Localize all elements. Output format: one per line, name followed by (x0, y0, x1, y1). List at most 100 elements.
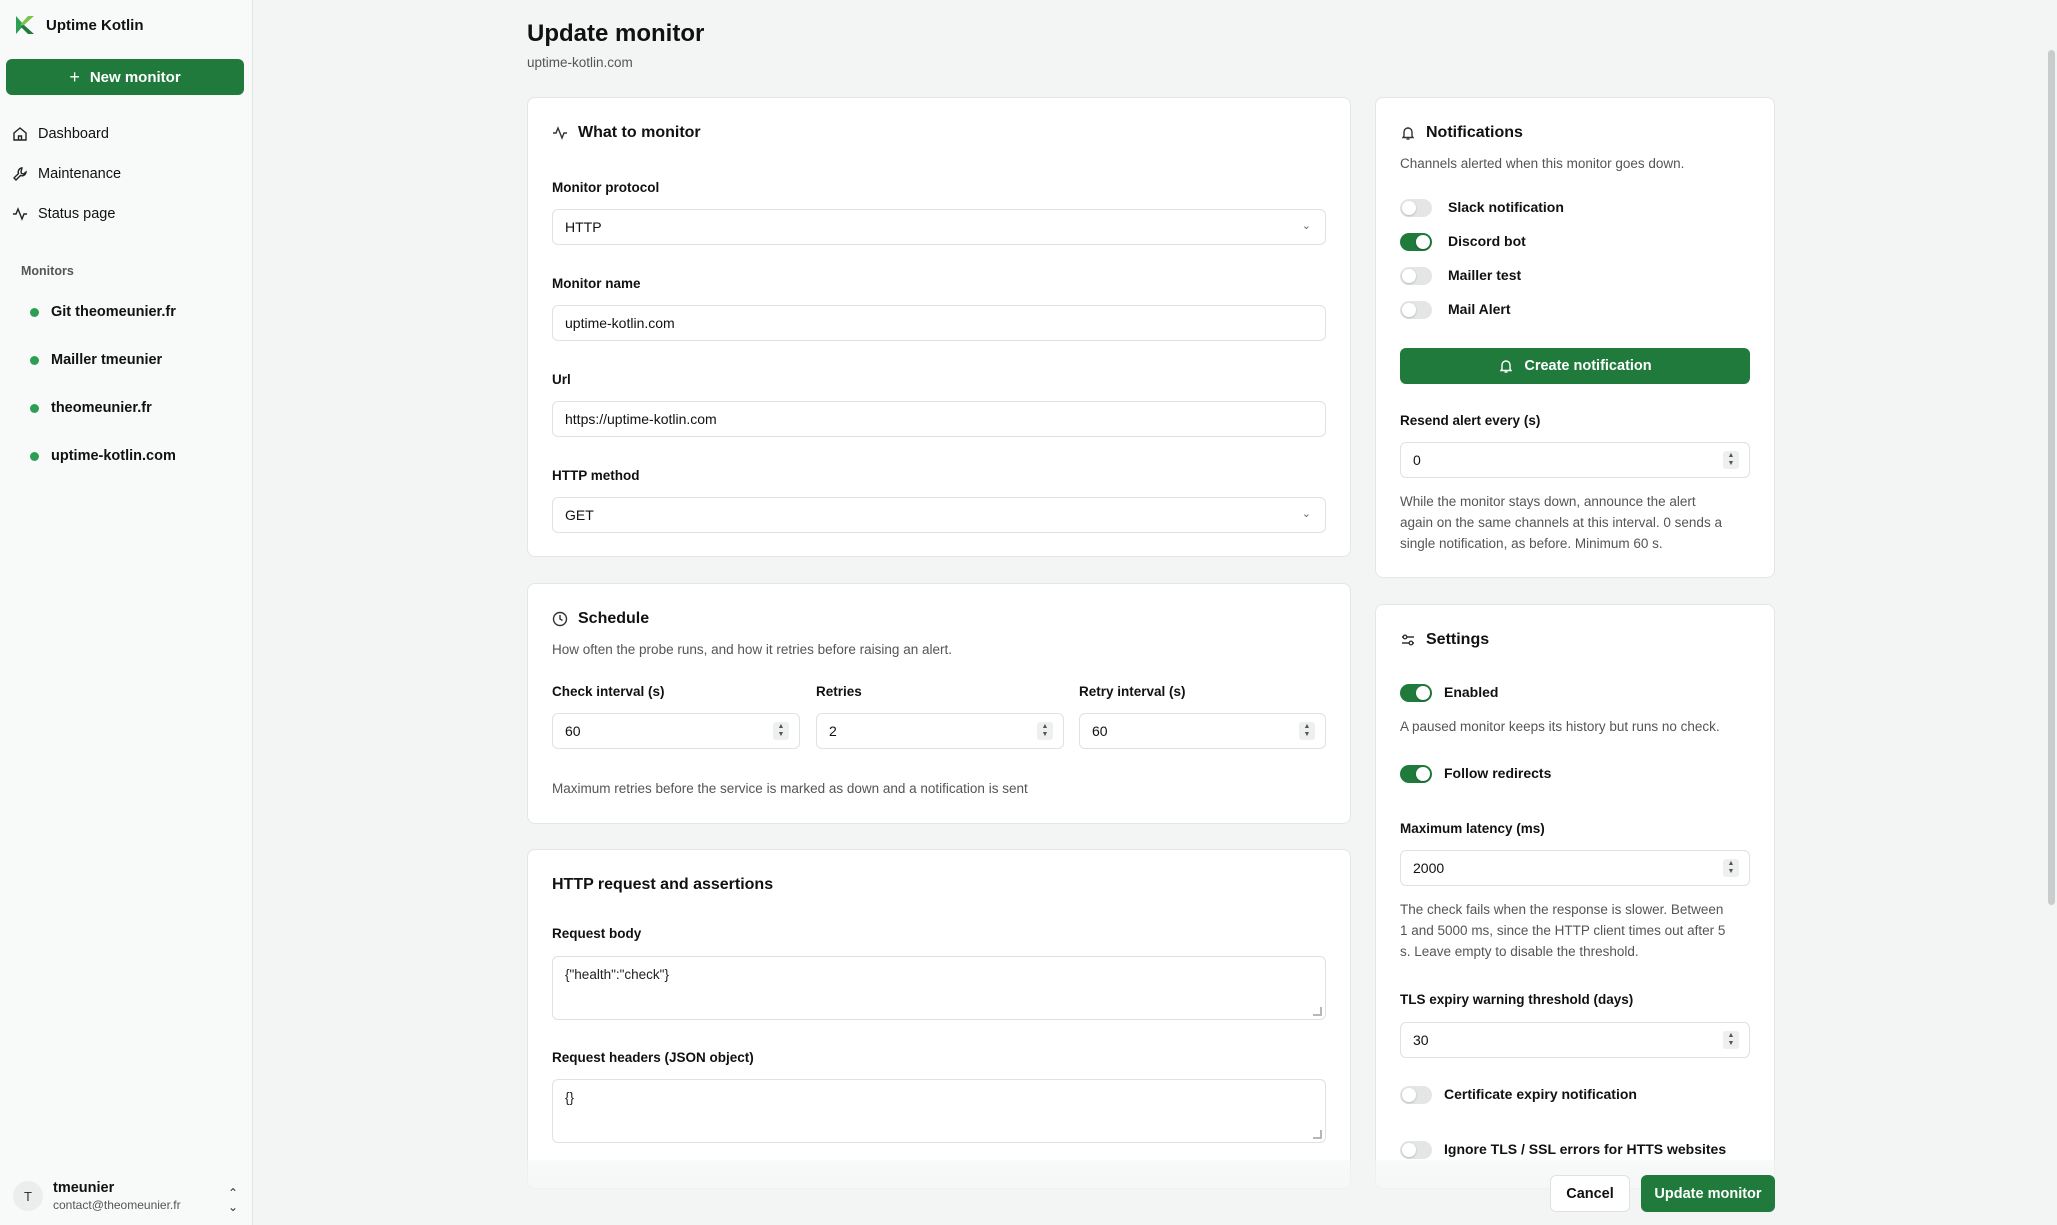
monitor-item[interactable]: Git theomeunier.fr (30, 304, 176, 320)
nav-item-maintenance[interactable]: Maintenance (12, 166, 121, 182)
http-method-select[interactable]: GET ⌄ (552, 497, 1326, 533)
stepper-icon[interactable]: ▲ ▼ (1299, 722, 1315, 740)
status-dot (30, 307, 39, 317)
user-email: contact@theomeunier.fr (53, 1198, 181, 1212)
latency-help-line: s. Leave empty to disable the threshold. (1400, 944, 1639, 959)
footer-bar (254, 1160, 2054, 1225)
update-monitor-button[interactable]: Update monitor (1641, 1175, 1775, 1212)
toggle-knob (1402, 303, 1416, 317)
cancel-button[interactable]: Cancel (1550, 1175, 1630, 1212)
card-header: What to monitor (552, 124, 701, 142)
check-interval-input[interactable]: 60 ▲ ▼ (552, 713, 800, 749)
resize-handle-icon[interactable] (1313, 1130, 1322, 1139)
card-title: What to monitor (578, 124, 701, 141)
resend-value: 0 (1413, 452, 1421, 468)
card-title: Schedule (578, 610, 650, 627)
tls-threshold-label: TLS expiry warning threshold (days) (1400, 992, 1634, 1007)
request-headers-textarea[interactable]: {} (552, 1079, 1326, 1143)
slack-notification-toggle[interactable] (1400, 199, 1432, 217)
certificate-expiry-label: Certificate expiry notification (1444, 1086, 1637, 1102)
monitor-label: theomeunier.fr (51, 400, 152, 416)
monitors-section-label: Monitors (21, 264, 74, 278)
schedule-card: Schedule How often the probe runs, and h… (527, 583, 1351, 824)
app-logo-icon (16, 16, 34, 34)
channel-label: Mail Alert (1448, 301, 1511, 317)
sliders-icon (1402, 634, 1414, 646)
enabled-toggle[interactable] (1400, 684, 1432, 702)
url-input[interactable]: https://uptime-kotlin.com (552, 401, 1326, 437)
card-title: Settings (1426, 631, 1490, 648)
tls-threshold-input[interactable]: 30 ▲ ▼ (1400, 1022, 1750, 1058)
tls-threshold-value: 30 (1413, 1032, 1429, 1048)
request-body-value: {"health":"check"} (565, 967, 669, 982)
card-title: Notifications (1426, 124, 1523, 141)
page-subtitle: uptime-kotlin.com (527, 55, 633, 70)
bell-icon (1401, 127, 1415, 140)
resize-handle-icon[interactable] (1313, 1007, 1322, 1016)
monitor-label: Git theomeunier.fr (51, 304, 176, 320)
follow-redirects-toggle[interactable] (1400, 765, 1432, 783)
mailler-test-toggle[interactable] (1400, 267, 1432, 285)
stepper-icon[interactable]: ▲ ▼ (1723, 859, 1739, 877)
http-method-label: HTTP method (552, 468, 640, 483)
monitor-name-value: uptime-kotlin.com (565, 315, 675, 331)
certificate-expiry-toggle[interactable] (1400, 1086, 1432, 1104)
nav-item-label: Maintenance (38, 166, 122, 182)
card-header: Settings (1400, 631, 1489, 649)
check-interval-label: Check interval (s) (552, 684, 665, 699)
toggle-knob (1416, 235, 1430, 249)
latency-input[interactable]: 2000 ▲ ▼ (1400, 850, 1750, 886)
create-notification-button[interactable]: Create notification (1400, 348, 1750, 384)
page-title: Update monitor (527, 20, 705, 47)
cancel-label: Cancel (1566, 1185, 1614, 1202)
toggle-knob (1416, 686, 1430, 700)
stepper-icon[interactable]: ▲ ▼ (773, 722, 789, 740)
card-header: HTTP request and assertions (552, 876, 773, 894)
protocol-select[interactable]: HTTP ⌄ (552, 209, 1326, 245)
latency-help-line: 1 and 5000 ms, since the HTTP client tim… (1400, 923, 1726, 938)
nav-item-status-page[interactable]: Status page (12, 206, 115, 222)
latency-help: The check fails when the response is slo… (1400, 899, 1725, 962)
schedule-description: How often the probe runs, and how it ret… (552, 642, 952, 657)
latency-help-line: The check fails when the response is slo… (1400, 902, 1724, 917)
retries-input[interactable]: 2 ▲ ▼ (816, 713, 1064, 749)
protocol-label: Monitor protocol (552, 180, 660, 195)
monitor-label: Mailler tmeunier (51, 352, 163, 368)
nav-item-dashboard[interactable]: Dashboard (12, 126, 109, 142)
retries-help: Maximum retries before the service is ma… (552, 781, 1028, 796)
request-body-textarea[interactable]: {"health":"check"} (552, 956, 1326, 1020)
stepper-icon[interactable]: ▲ ▼ (1723, 1031, 1739, 1049)
page-scrollbar[interactable] (2048, 50, 2055, 905)
monitor-item[interactable]: Mailler tmeunier (30, 352, 162, 368)
channel-label: Discord bot (1448, 233, 1526, 249)
status-dot (30, 403, 39, 413)
follow-redirects-label: Follow redirects (1444, 765, 1552, 781)
update-monitor-label: Update monitor (1654, 1185, 1762, 1202)
chevrons-up-down-icon: ⌃ ⌄ (227, 1186, 238, 1214)
toggle-knob (1402, 269, 1416, 283)
monitor-item[interactable]: theomeunier.fr (30, 400, 152, 416)
request-headers-value: {} (565, 1090, 575, 1105)
url-label: Url (552, 372, 571, 387)
brand[interactable]: Uptime Kotlin (14, 14, 144, 36)
new-monitor-button[interactable]: + New monitor (6, 59, 244, 95)
clock-icon (552, 611, 568, 627)
chevron-down-icon: ⌄ (1301, 220, 1311, 232)
sidebar: Uptime Kotlin + New monitor Dashboard Ma… (0, 0, 253, 1225)
resend-input[interactable]: 0 ▲ ▼ (1400, 442, 1750, 478)
stepper-icon[interactable]: ▲ ▼ (1723, 451, 1739, 469)
monitor-item[interactable]: uptime-kotlin.com (30, 448, 176, 464)
retry-interval-input[interactable]: 60 ▲ ▼ (1079, 713, 1326, 749)
retries-label: Retries (816, 684, 862, 699)
user-menu[interactable]: T tmeunier contact@theomeunier.fr ⌃ ⌄ (13, 1176, 238, 1216)
bell-plus-icon (1500, 360, 1513, 373)
monitor-name-input[interactable]: uptime-kotlin.com (552, 305, 1326, 341)
stepper-icon[interactable]: ▲ ▼ (1037, 722, 1053, 740)
ignore-tls-toggle[interactable] (1400, 1141, 1432, 1159)
nav-item-label: Status page (38, 206, 116, 222)
discord-bot-toggle[interactable] (1400, 233, 1432, 251)
url-value: https://uptime-kotlin.com (565, 411, 717, 427)
latency-value: 2000 (1413, 860, 1445, 876)
mail-alert-toggle[interactable] (1400, 301, 1432, 319)
plus-icon: + (69, 67, 80, 87)
